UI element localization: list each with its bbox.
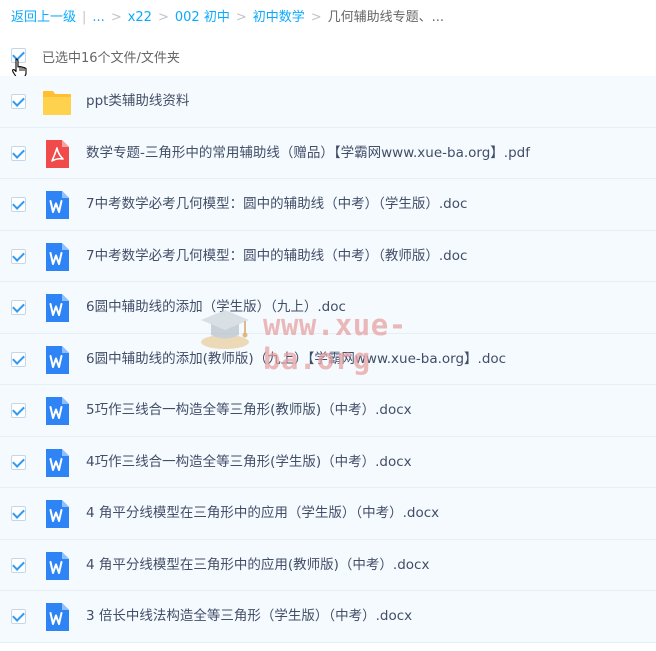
file-checkbox[interactable] (11, 300, 26, 315)
file-name[interactable]: 4 角平分线模型在三角形中的应用(教师版)（中考）.docx (86, 540, 429, 591)
breadcrumb-item-x22[interactable]: x22 (128, 10, 152, 25)
file-list: ppt类辅助线资料 数学专题-三角形中的常用辅助线（赠品）【学霸网www.xue-… (0, 76, 656, 643)
file-checkbox[interactable] (11, 557, 26, 573)
file-name[interactable]: 7中考数学必考几何模型：圆中的辅助线（中考）（教师版）.doc (86, 231, 467, 282)
file-checkbox[interactable] (11, 454, 26, 470)
back-link[interactable]: 返回上一级 (11, 10, 76, 25)
file-row[interactable]: 数学专题-三角形中的常用辅助线（赠品）【学霸网www.xue-ba.org】.p… (0, 127, 656, 179)
file-name[interactable]: 3 倍长中线法构造全等三角形（学生版）（中考）.docx (86, 591, 412, 642)
file-name[interactable]: 4巧作三线合一构造全等三角形(学生版)（中考）.docx (86, 437, 412, 488)
word-file-icon (43, 603, 71, 631)
folder-icon (43, 88, 71, 116)
file-checkbox[interactable] (11, 94, 26, 109)
file-checkbox[interactable] (11, 145, 26, 161)
word-file-icon (43, 448, 71, 477)
file-row[interactable]: 6圆中辅助线的添加(教师版)（九上）【学霸网www.xue-ba.org】.do… (0, 333, 656, 385)
breadcrumb-item-math[interactable]: 初中数学 (253, 10, 305, 25)
breadcrumb-separator: > (157, 10, 169, 25)
breadcrumb-current: 几何辅助线专题、... (327, 10, 445, 25)
word-file-icon (43, 500, 71, 528)
breadcrumb: 返回上一级 |... > x22 >002 初中 > 初中数学 > 几何辅助线专题、... (11, 8, 444, 28)
word-file-icon (43, 397, 71, 425)
file-name[interactable]: 6圆中辅助线的添加（学生版）（九上）.doc (86, 282, 346, 333)
pdf-file-icon (43, 139, 71, 168)
file-row[interactable]: 3 倍长中线法构造全等三角形（学生版）（中考）.docx (0, 591, 656, 643)
word-file-icon (43, 551, 71, 580)
file-checkbox[interactable] (11, 506, 26, 521)
breadcrumb-ellipsis[interactable]: ... (92, 10, 104, 25)
file-name[interactable]: 5巧作三线合一构造全等三角形(教师版)（中考）.docx (86, 385, 412, 436)
file-name[interactable]: 6圆中辅助线的添加(教师版)（九上）【学霸网www.xue-ba.org】.do… (86, 334, 506, 385)
file-row[interactable]: 7中考数学必考几何模型：圆中的辅助线（中考）（学生版）.doc (0, 179, 656, 231)
file-checkbox[interactable] (11, 609, 26, 624)
word-file-icon (43, 242, 71, 271)
word-file-icon (43, 191, 71, 219)
breadcrumb-separator: > (110, 10, 122, 25)
word-file-icon (43, 345, 71, 374)
file-name[interactable]: 4 角平分线模型在三角形中的应用（学生版）（中考）.docx (86, 488, 439, 539)
file-row[interactable]: 4巧作三线合一构造全等三角形(学生版)（中考）.docx (0, 436, 656, 488)
breadcrumb-separator: | (82, 10, 87, 25)
breadcrumb-separator: > (310, 10, 322, 25)
file-name[interactable]: ppt类辅助线资料 (86, 76, 189, 127)
file-row[interactable]: 4 角平分线模型在三角形中的应用（学生版）（中考）.docx (0, 488, 656, 540)
selection-bar: 已选中16个文件/文件夹 (0, 44, 656, 70)
file-name[interactable]: 7中考数学必考几何模型：圆中的辅助线（中考）（学生版）.doc (86, 179, 467, 230)
file-checkbox[interactable] (11, 248, 26, 264)
breadcrumb-item-junior-high[interactable]: 002 初中 (175, 10, 230, 25)
file-checkbox[interactable] (11, 403, 26, 418)
selection-count-label: 已选中16个文件/文件夹 (42, 51, 180, 66)
file-checkbox[interactable] (11, 197, 26, 212)
word-file-icon (43, 294, 71, 322)
file-checkbox[interactable] (11, 351, 26, 367)
file-row[interactable]: 7中考数学必考几何模型：圆中的辅助线（中考）（教师版）.doc (0, 230, 656, 282)
file-row[interactable]: 5巧作三线合一构造全等三角形(教师版)（中考）.docx (0, 385, 656, 437)
file-row[interactable]: 4 角平分线模型在三角形中的应用(教师版)（中考）.docx (0, 539, 656, 591)
breadcrumb-separator: > (235, 10, 247, 25)
file-row[interactable]: ppt类辅助线资料 (0, 76, 656, 128)
file-row[interactable]: 6圆中辅助线的添加（学生版）（九上）.doc (0, 282, 656, 334)
file-name[interactable]: 数学专题-三角形中的常用辅助线（赠品）【学霸网www.xue-ba.org】.p… (86, 128, 530, 179)
